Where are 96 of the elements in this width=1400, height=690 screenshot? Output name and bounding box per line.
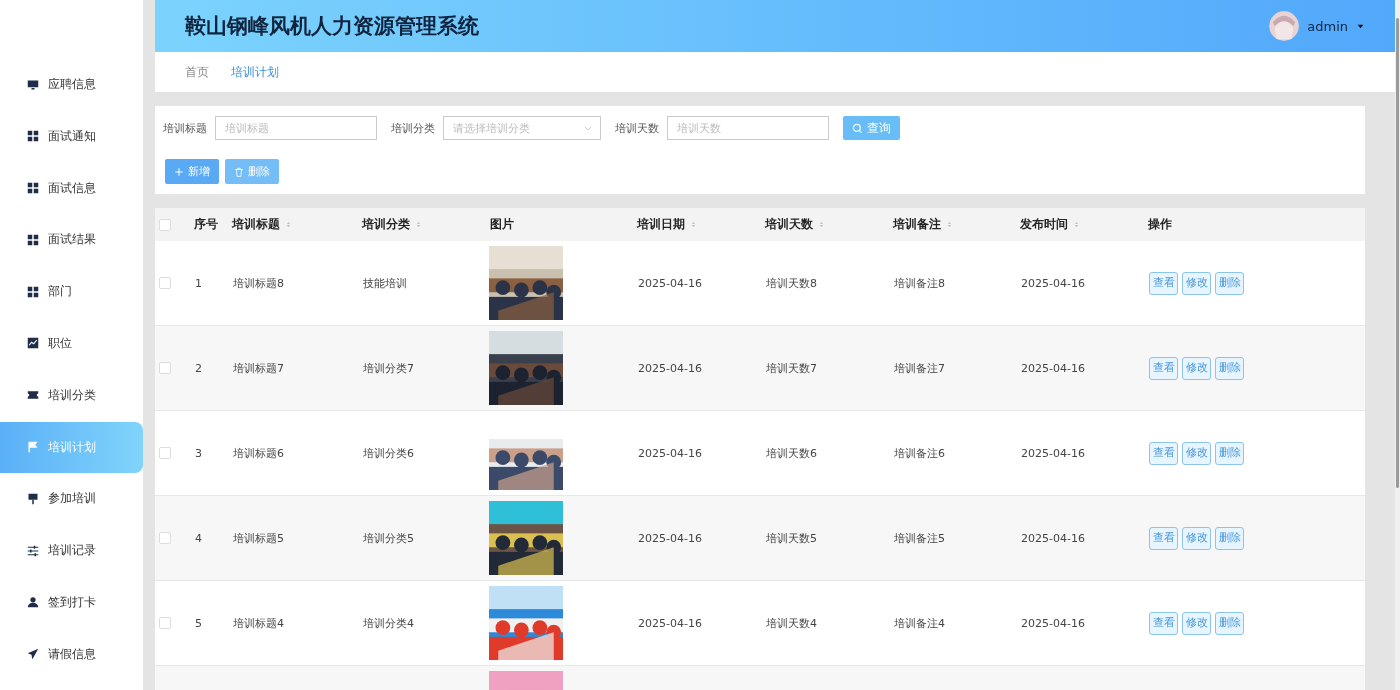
table-cell: 培训标题5 <box>233 531 284 545</box>
column-header: 序号 <box>193 217 219 232</box>
column-header: 操作 <box>1147 217 1173 232</box>
row-checkbox[interactable] <box>159 447 171 459</box>
person-icon <box>27 596 39 609</box>
breadcrumb-link[interactable]: 首页 <box>185 63 209 81</box>
column-header[interactable]: 培训备注 <box>886 217 1013 232</box>
column-header: 图片 <box>489 217 515 232</box>
search-icon <box>852 122 863 134</box>
select-field[interactable]: 请选择培训分类 <box>443 116 601 140</box>
table-cell: 2025-04-16 <box>1021 616 1085 630</box>
monitor-icon <box>27 78 39 91</box>
paper-plane-icon <box>27 648 39 661</box>
table-cell: 3 <box>195 446 202 460</box>
table-row[interactable]: 4 培训标题5 培训分类5 2025-04-16 培训天数5 培训备注5 2025-04-16 查看 修改 删除 <box>155 496 1365 581</box>
sidebar-item[interactable]: 面试通知 <box>0 110 143 162</box>
table-cell: 2025-04-16 <box>1021 276 1085 290</box>
table-cell: 培训备注5 <box>894 531 945 545</box>
column-header[interactable]: 培训天数 <box>758 217 886 232</box>
table-cell: 培训标题6 <box>233 446 284 460</box>
trash-icon <box>234 166 244 177</box>
table-cell: 2025-04-16 <box>638 531 702 545</box>
sidebar-item[interactable]: 职位 <box>0 318 143 369</box>
sign-icon <box>27 492 39 505</box>
sort-icon <box>1073 219 1080 230</box>
table-cell: 培训分类5 <box>363 531 414 545</box>
table-cell: 培训备注7 <box>894 361 945 375</box>
row-checkbox[interactable] <box>159 362 171 374</box>
field-label: 培训天数 <box>615 120 659 136</box>
chart-icon <box>27 337 39 350</box>
sidebar-item[interactable]: 签到打卡 <box>0 576 143 628</box>
sliders-icon <box>27 544 39 557</box>
avatar-icon <box>1269 11 1300 41</box>
table-cell: 培训天数6 <box>766 446 817 460</box>
table-cell: 1 <box>195 276 202 290</box>
sidebar-item[interactable]: 培训记录 <box>0 525 143 577</box>
grid-icon <box>27 285 39 298</box>
table-cell: 技能培训 <box>363 276 407 290</box>
table-cell: 2025-04-16 <box>1021 531 1085 545</box>
user-name[interactable]: admin <box>1307 18 1348 34</box>
sort-icon <box>818 219 825 230</box>
table-cell: 培训天数7 <box>766 361 817 375</box>
sidebar-item[interactable]: 培训分类 <box>0 369 143 421</box>
table-row[interactable]: 2 培训标题7 培训分类7 2025-04-16 培训天数7 培训备注7 2025-04-16 查看 修改 删除 <box>155 326 1365 411</box>
column-header[interactable]: 培训日期 <box>630 217 758 232</box>
select-all-checkbox[interactable] <box>159 218 171 231</box>
app-title: 鞍山钢峰风机人力资源管理系统 <box>185 13 480 40</box>
table-cell: 2025-04-16 <box>638 446 702 460</box>
table-cell: 培训标题8 <box>233 276 284 290</box>
table-cell: 培训备注8 <box>894 276 945 290</box>
sidebar-item[interactable]: 面试信息 <box>0 162 143 214</box>
flag-icon <box>27 441 39 454</box>
sidebar-item[interactable]: 面试结果 <box>0 214 143 266</box>
table-cell: 2025-04-16 <box>1021 446 1085 460</box>
sidebar-item[interactable]: 应聘信息 <box>0 59 143 110</box>
sort-icon <box>946 219 953 230</box>
table-cell: 培训分类6 <box>363 446 414 460</box>
table-cell: 2 <box>195 361 202 375</box>
ticket-icon <box>27 389 39 402</box>
table-cell: 4 <box>195 531 202 545</box>
input-field[interactable]: 培训天数 <box>667 116 829 140</box>
sidebar-item[interactable]: 请假信息 <box>0 628 143 680</box>
grid-icon <box>27 233 39 246</box>
field-label: 培训分类 <box>391 120 435 136</box>
table-cell: 培训备注4 <box>894 616 945 630</box>
row-checkbox[interactable] <box>159 277 171 289</box>
table-cell: 2025-04-16 <box>638 616 702 630</box>
column-header[interactable]: 培训标题 <box>225 217 355 232</box>
field-label: 培训标题 <box>163 120 207 136</box>
table-cell: 培训天数8 <box>766 276 817 290</box>
sidebar-item[interactable]: 部门 <box>0 266 143 318</box>
table-cell: 培训天数5 <box>766 531 817 545</box>
column-header[interactable]: 培训分类 <box>355 217 483 232</box>
table-cell: 2025-04-16 <box>1021 361 1085 375</box>
input-field[interactable]: 培训标题 <box>215 116 377 140</box>
table-cell: 培训天数4 <box>766 616 817 630</box>
column-header[interactable]: 发布时间 <box>1013 217 1141 232</box>
sidebar-item[interactable]: 参加培训 <box>0 473 143 525</box>
table-cell: 2025-04-16 <box>638 276 702 290</box>
sort-icon <box>285 219 292 230</box>
table-cell: 培训标题4 <box>233 616 284 630</box>
grid-icon <box>27 130 39 143</box>
chevron-down-icon <box>583 123 593 133</box>
breadcrumb-link[interactable]: 培训计划 <box>231 63 279 81</box>
table-cell: 2025-04-16 <box>638 361 702 375</box>
row-checkbox[interactable] <box>159 532 171 544</box>
sort-icon <box>415 219 422 230</box>
table-cell: 培训分类7 <box>363 361 414 375</box>
table-cell: 5 <box>195 616 202 630</box>
grid-icon <box>27 182 39 195</box>
sort-icon <box>690 219 697 230</box>
table-cell: 培训标题7 <box>233 361 284 375</box>
plus-icon <box>174 166 184 177</box>
row-checkbox[interactable] <box>159 617 171 629</box>
table-cell: 培训备注6 <box>894 446 945 460</box>
table-cell: 培训分类4 <box>363 616 414 630</box>
